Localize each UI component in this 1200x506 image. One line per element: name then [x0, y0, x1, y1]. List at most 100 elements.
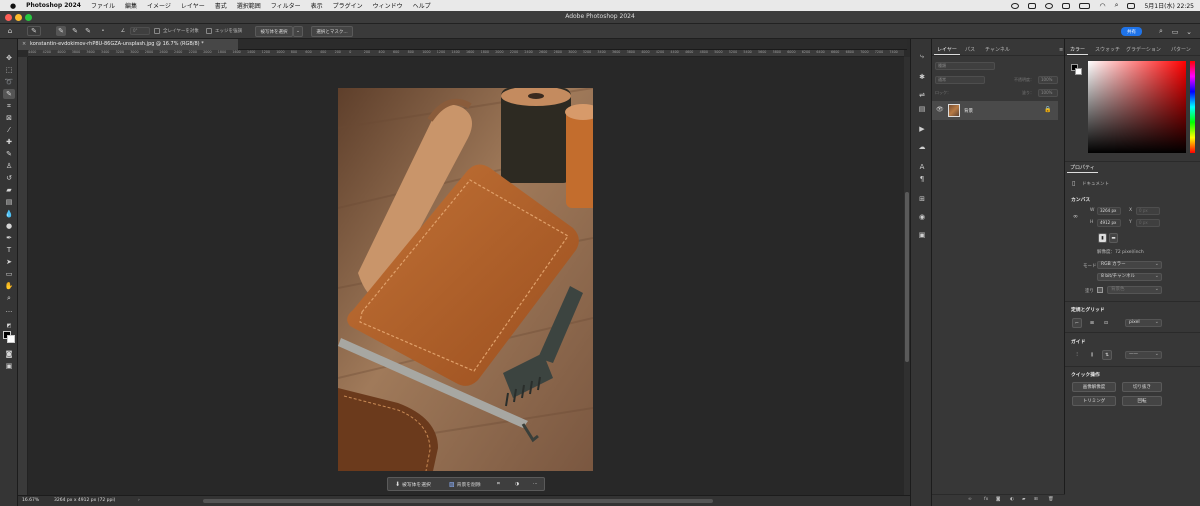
trim-button[interactable]: トリミング: [1072, 396, 1116, 406]
select-subject-dropdown[interactable]: ⌄: [293, 26, 303, 37]
path-selection-tool-icon[interactable]: ➤: [3, 257, 15, 267]
tray-icon[interactable]: [1028, 2, 1037, 9]
lasso-tool-icon[interactable]: ➰: [3, 77, 15, 87]
taskbar-transform-icon[interactable]: ⌗: [494, 479, 503, 489]
tab-patterns[interactable]: パターン: [1168, 45, 1194, 55]
bg-color-swatch[interactable]: [1075, 68, 1082, 75]
adjustments-icon[interactable]: ⇌: [916, 89, 928, 100]
vertical-scroll-thumb[interactable]: [905, 192, 909, 362]
guides-align-icon[interactable]: ⫶: [1072, 350, 1082, 360]
landscape-orientation-button[interactable]: ▬: [1109, 233, 1118, 243]
glyphs-icon[interactable]: ⊞: [916, 193, 928, 204]
guide-color-select[interactable]: ——: [1125, 351, 1162, 359]
layer-filter-field[interactable]: 種類: [935, 62, 995, 70]
bit-depth-select[interactable]: 8 bit/チャンネル: [1097, 273, 1162, 281]
remove-background-button[interactable]: ▨ 背景を削除: [446, 479, 484, 489]
menu-view[interactable]: 表示: [311, 1, 323, 10]
status-expand-arrow[interactable]: ›: [138, 498, 140, 503]
share-button[interactable]: 共有: [1121, 27, 1142, 36]
document-tab[interactable]: × konstantin-evdokimov-rhP8U-86GZA-unspl…: [18, 39, 238, 50]
menu-image[interactable]: イメージ: [147, 1, 171, 10]
document-image[interactable]: [338, 88, 593, 471]
link-layers-icon[interactable]: ∞: [968, 497, 972, 502]
fill-field[interactable]: 100%: [1038, 89, 1058, 97]
angle-icon[interactable]: ∠: [118, 26, 128, 36]
add-mask-icon[interactable]: ◙: [996, 497, 1000, 502]
fill-select[interactable]: 背景色: [1107, 286, 1162, 294]
select-and-mask-button[interactable]: 選択とマスク...: [311, 26, 353, 37]
angle-field[interactable]: 0°: [130, 27, 150, 35]
ruler-units-select[interactable]: pixel: [1125, 319, 1162, 327]
pixel-grid-toggle-icon[interactable]: ⊡: [1101, 318, 1111, 328]
horizontal-scroll-thumb[interactable]: [203, 499, 713, 503]
taskbar-more-button[interactable]: ···: [530, 479, 541, 489]
edit-toolbar-icon[interactable]: ···: [3, 307, 15, 317]
y-field[interactable]: 0 px: [1136, 219, 1160, 227]
guides-section-header[interactable]: ガイド: [1071, 338, 1085, 345]
quick-actions-section-header[interactable]: クイック操作: [1071, 371, 1100, 378]
control-center-icon[interactable]: [1127, 2, 1136, 9]
fill-color-swatch[interactable]: [1097, 287, 1103, 293]
navigator-icon[interactable]: ✱: [916, 71, 928, 82]
quick-selection-tool-preset-icon[interactable]: ✎: [27, 26, 41, 36]
layer-row[interactable]: 👁 背景 🔒: [932, 101, 1058, 120]
libraries-icon[interactable]: ▤: [916, 103, 928, 114]
guides-distribute-icon[interactable]: ⫼: [1087, 350, 1097, 360]
tab-color[interactable]: カラー: [1067, 45, 1089, 55]
eyedropper-tool-icon[interactable]: ⁄: [3, 125, 15, 135]
home-icon[interactable]: ⌂: [5, 26, 15, 36]
taskbar-select-subject-button[interactable]: ⬇ 被写体を選択: [392, 479, 434, 489]
portrait-orientation-button[interactable]: ▮: [1098, 233, 1107, 243]
height-field[interactable]: 4912 px: [1097, 219, 1121, 227]
width-field[interactable]: 3264 px: [1097, 207, 1121, 215]
history-icon[interactable]: ⤷: [916, 51, 928, 62]
search-icon[interactable]: ⌕: [1115, 1, 1119, 10]
quick-selection-tool-icon[interactable]: ✎: [3, 89, 15, 99]
menu-plugins[interactable]: プラグイン: [333, 1, 363, 10]
actions-icon[interactable]: ▶: [916, 123, 928, 134]
layer-lock-icon[interactable]: 🔒: [1044, 106, 1051, 113]
crop-button[interactable]: 切り抜き: [1122, 382, 1162, 392]
adjustment-layer-icon[interactable]: ◐: [1010, 497, 1014, 502]
visibility-eye-icon[interactable]: 👁: [936, 106, 944, 113]
menubar-clock[interactable]: 5月1日(水) 22:25: [1144, 1, 1194, 10]
battery-icon[interactable]: [1079, 2, 1091, 9]
gradient-tool-icon[interactable]: ▤: [3, 197, 15, 207]
marquee-tool-icon[interactable]: ⬚: [3, 65, 15, 75]
sample-all-layers-checkbox[interactable]: [154, 28, 160, 34]
menu-file[interactable]: ファイル: [91, 1, 115, 10]
brush-tool-icon[interactable]: ✎: [3, 149, 15, 159]
guides-lock-icon[interactable]: ⇅: [1102, 350, 1112, 360]
3d-icon[interactable]: ▣: [916, 229, 928, 240]
zoom-tool-icon[interactable]: ⌕: [3, 293, 15, 303]
wifi-icon[interactable]: ◠: [1099, 2, 1105, 10]
x-field[interactable]: 0 px: [1136, 207, 1160, 215]
menu-layer[interactable]: レイヤー: [181, 1, 205, 10]
tray-icon[interactable]: [1011, 2, 1020, 9]
grid-toggle-icon[interactable]: ⊞: [1087, 318, 1097, 328]
menu-select[interactable]: 選択範囲: [237, 1, 261, 10]
frame-tool-icon[interactable]: ⊠: [3, 113, 15, 123]
rotate-button[interactable]: 回転: [1122, 396, 1162, 406]
tab-swatches[interactable]: スウォッチ: [1092, 45, 1123, 55]
character-icon[interactable]: A: [916, 161, 928, 172]
hue-slider[interactable]: [1190, 61, 1195, 153]
tray-icon[interactable]: [1045, 2, 1054, 9]
color-mode-select[interactable]: RGB カラー: [1097, 261, 1162, 269]
brush-size-icon[interactable]: •: [98, 26, 108, 36]
clone-stamp-tool-icon[interactable]: ♙: [3, 161, 15, 171]
add-to-selection-icon[interactable]: ✎: [70, 26, 80, 36]
zoom-level[interactable]: 16.67%: [22, 498, 39, 503]
healing-brush-tool-icon[interactable]: ✚: [3, 137, 15, 147]
opacity-field[interactable]: 100%: [1038, 76, 1058, 84]
ruler-toggle-icon[interactable]: ⌐: [1072, 318, 1082, 328]
tab-properties[interactable]: プロパティ: [1067, 163, 1098, 173]
rectangle-tool-icon[interactable]: ▭: [3, 269, 15, 279]
screen-mode-icon[interactable]: ▣: [3, 361, 15, 371]
select-subject-button[interactable]: 被写体を選択: [255, 26, 293, 37]
workspace-menu-icon[interactable]: ⌄: [1184, 27, 1194, 36]
tab-gradients[interactable]: グラデーション: [1123, 45, 1164, 55]
tab-channels[interactable]: チャンネル: [982, 45, 1013, 55]
brushes-icon[interactable]: ☁: [916, 141, 928, 152]
new-layer-icon[interactable]: ⊞: [1034, 497, 1038, 502]
